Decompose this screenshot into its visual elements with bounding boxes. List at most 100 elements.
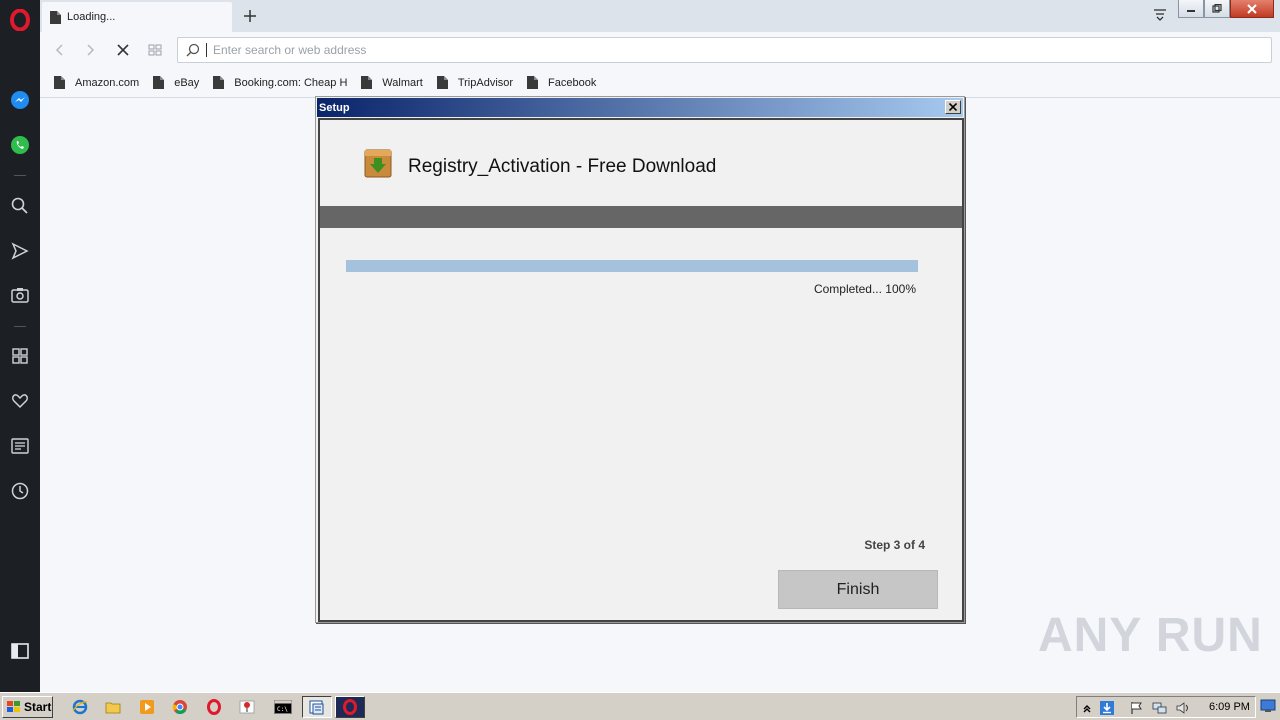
dialog-titlebar[interactable]: Setup bbox=[317, 98, 963, 117]
search-icon[interactable] bbox=[8, 194, 32, 218]
anyrun-watermark: ANY RUN bbox=[1038, 608, 1263, 663]
taskbar-opera-task[interactable] bbox=[335, 696, 365, 718]
chevron-right-icon bbox=[87, 44, 95, 56]
header-divider-band bbox=[320, 206, 962, 228]
close-icon bbox=[1247, 3, 1257, 14]
chevron-up-icon bbox=[1083, 705, 1091, 713]
show-desktop-button[interactable] bbox=[1260, 699, 1276, 713]
document-icon bbox=[54, 76, 65, 89]
download-tray-icon[interactable] bbox=[1099, 700, 1115, 716]
address-input[interactable] bbox=[206, 43, 1206, 57]
easy-setup-button[interactable] bbox=[1152, 6, 1168, 27]
new-tab-button[interactable] bbox=[238, 4, 262, 28]
minimize-icon bbox=[1187, 9, 1195, 12]
show-hidden-icons-button[interactable] bbox=[1079, 700, 1095, 716]
watermark-text: ANY RUN bbox=[1038, 609, 1263, 662]
progress-bar-fill bbox=[346, 260, 918, 272]
document-icon bbox=[361, 76, 373, 89]
stop-loading-button[interactable] bbox=[111, 38, 135, 62]
stop-icon bbox=[117, 44, 129, 56]
opera-menu-icon[interactable] bbox=[8, 8, 32, 32]
bookmark-label: Amazon.com bbox=[75, 76, 140, 89]
opera-icon bbox=[343, 699, 357, 715]
tab-title: Loading... bbox=[67, 11, 116, 23]
sidebar-separator bbox=[14, 175, 26, 176]
chevron-left-icon bbox=[55, 44, 63, 56]
clock[interactable]: 6:09 PM bbox=[1209, 701, 1250, 713]
chrome-icon[interactable] bbox=[171, 698, 189, 716]
desktop-icon bbox=[1260, 699, 1276, 712]
document-icon bbox=[213, 76, 225, 89]
news-icon[interactable] bbox=[8, 434, 32, 458]
map-pin-icon[interactable] bbox=[238, 698, 256, 716]
opera-icon[interactable] bbox=[205, 698, 223, 716]
taskbar: Start C:\ 6:09 PM bbox=[0, 692, 1280, 720]
dialog-body: Registry_Activation - Free Download Comp… bbox=[318, 118, 964, 622]
close-icon bbox=[949, 103, 957, 111]
history-clock-icon[interactable] bbox=[8, 479, 32, 503]
internet-explorer-icon[interactable] bbox=[71, 698, 89, 716]
plus-icon bbox=[244, 10, 256, 22]
document-icon bbox=[50, 10, 61, 24]
opera-sidebar bbox=[0, 0, 40, 692]
volume-icon[interactable] bbox=[1175, 700, 1191, 716]
bookmark-label: Facebook bbox=[548, 76, 597, 89]
document-icon bbox=[436, 76, 448, 89]
bookmark-label: Walmart bbox=[382, 76, 423, 89]
dialog-header: Registry_Activation - Free Download bbox=[320, 120, 962, 206]
bookmark-tripadvisor[interactable]: TripAdvisor bbox=[436, 76, 514, 89]
progress-status: Completed... 100% bbox=[813, 282, 916, 296]
sidebar-toggle-icon[interactable] bbox=[8, 639, 32, 663]
tab-loading[interactable]: Loading... bbox=[42, 2, 232, 32]
minimize-button[interactable] bbox=[1178, 0, 1204, 18]
bookmark-facebook[interactable]: Facebook bbox=[527, 76, 596, 89]
installer-icon bbox=[309, 700, 324, 715]
network-icon[interactable] bbox=[1152, 700, 1168, 716]
dialog-title: Setup bbox=[319, 101, 350, 114]
document-icon bbox=[527, 76, 539, 89]
search-icon bbox=[186, 43, 200, 57]
bookmark-label: TripAdvisor bbox=[457, 76, 514, 89]
bookmark-walmart[interactable]: Walmart bbox=[361, 76, 423, 89]
tab-grid-button[interactable] bbox=[143, 38, 167, 62]
heart-icon[interactable] bbox=[8, 389, 32, 413]
bookmark-booking[interactable]: Booking.com: Cheap Ho bbox=[213, 76, 347, 89]
bookmark-label: Booking.com: Cheap Ho bbox=[234, 76, 348, 89]
speed-dial-icon[interactable] bbox=[8, 344, 32, 368]
close-window-button[interactable] bbox=[1230, 0, 1274, 18]
setup-dialog: Setup Registry_Activation - Free Downloa… bbox=[315, 96, 965, 623]
file-explorer-icon[interactable] bbox=[104, 698, 122, 716]
document-icon bbox=[153, 76, 165, 89]
dialog-heading: Registry_Activation - Free Download bbox=[408, 156, 717, 177]
restore-icon bbox=[1212, 4, 1222, 13]
windows-logo-icon bbox=[7, 701, 20, 712]
bookmark-amazon[interactable]: Amazon.com bbox=[54, 76, 139, 89]
back-button[interactable] bbox=[48, 38, 72, 62]
svg-text:C:\: C:\ bbox=[277, 706, 288, 713]
command-prompt-icon[interactable]: C:\ bbox=[274, 698, 292, 716]
system-tray: 6:09 PM bbox=[1076, 696, 1256, 718]
start-button[interactable]: Start bbox=[2, 696, 53, 718]
media-player-icon[interactable] bbox=[138, 698, 156, 716]
messenger-icon[interactable] bbox=[8, 88, 32, 112]
action-center-flag-icon[interactable] bbox=[1129, 700, 1145, 716]
start-label: Start bbox=[24, 700, 52, 714]
address-bar[interactable] bbox=[177, 37, 1272, 63]
send-icon[interactable] bbox=[8, 239, 32, 263]
bookmarks-bar: Amazon.com eBay Booking.com: Cheap Ho Wa… bbox=[40, 68, 1280, 98]
package-download-icon bbox=[364, 149, 392, 178]
bookmark-label: eBay bbox=[174, 76, 200, 89]
navigation-bar bbox=[40, 32, 1280, 68]
finish-button[interactable]: Finish bbox=[778, 570, 938, 609]
sidebar-separator bbox=[14, 326, 26, 327]
whatsapp-icon[interactable] bbox=[8, 133, 32, 157]
bookmark-ebay[interactable]: eBay bbox=[153, 76, 199, 89]
dialog-close-button[interactable] bbox=[945, 100, 961, 114]
forward-button[interactable] bbox=[78, 38, 102, 62]
step-indicator: Step 3 of 4 bbox=[864, 538, 925, 552]
tab-strip: Loading... bbox=[40, 0, 1280, 32]
easy-setup-icon bbox=[1154, 9, 1166, 21]
camera-icon[interactable] bbox=[8, 283, 32, 307]
taskbar-setup-task[interactable] bbox=[302, 696, 332, 718]
restore-button[interactable] bbox=[1204, 0, 1230, 18]
